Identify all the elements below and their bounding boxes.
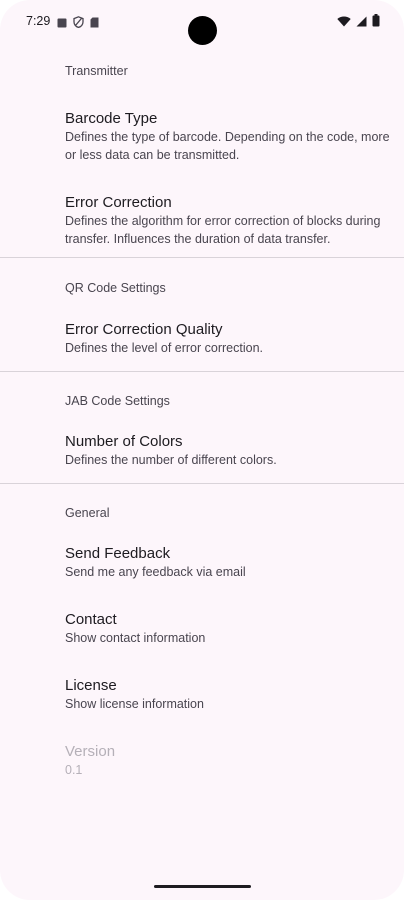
pref-barcode-type[interactable]: Barcode Type Defines the type of barcode… [0, 109, 404, 164]
battery-icon [372, 14, 380, 32]
pref-error-correction[interactable]: Error Correction Defines the algorithm f… [0, 193, 404, 248]
pref-title: Version [65, 743, 116, 760]
phone-screen: 7:29 Transmitter Barcode Type Defines th… [0, 0, 404, 900]
pref-error-correction-quality[interactable]: Error Correction Quality Defines the lev… [0, 320, 404, 357]
settings-list: Transmitter Barcode Type Defines the typ… [0, 62, 404, 779]
pref-contact[interactable]: Contact Show contact information [0, 610, 404, 647]
pref-send-feedback[interactable]: Send Feedback Send me any feedback via e… [0, 544, 404, 581]
pref-title: Barcode Type [65, 110, 158, 127]
pref-summary: Show license information [65, 697, 204, 711]
section-divider [0, 257, 404, 258]
section-divider [0, 483, 404, 484]
pref-summary: 0.1 [65, 763, 83, 777]
status-time: 7:29 [26, 14, 51, 28]
pref-title: Number of Colors [65, 433, 183, 450]
camera-cutout [188, 16, 217, 45]
section-header-general: General [65, 506, 110, 520]
square-notification-icon [57, 15, 67, 33]
status-system-icons [337, 14, 380, 32]
gesture-nav-handle[interactable] [154, 885, 251, 888]
privacy-shield-icon [73, 15, 84, 33]
pref-summary: Show contact information [65, 631, 206, 645]
status-notification-icons [57, 15, 99, 33]
pref-license[interactable]: License Show license information [0, 676, 404, 713]
section-header-jab-code: JAB Code Settings [65, 394, 170, 408]
signal-icon [356, 14, 367, 32]
pref-title: License [65, 677, 117, 694]
pref-summary: Defines the algorithm for error correcti… [65, 214, 381, 246]
pref-title: Send Feedback [65, 545, 171, 562]
section-header-qr-code: QR Code Settings [65, 281, 166, 295]
pref-summary: Defines the type of barcode. Depending o… [65, 130, 390, 162]
wifi-icon [337, 14, 351, 32]
sd-card-icon [90, 15, 99, 33]
pref-summary: Defines the level of error correction. [65, 341, 264, 355]
pref-number-of-colors[interactable]: Number of Colors Defines the number of d… [0, 432, 404, 469]
pref-version: Version 0.1 [0, 742, 404, 779]
pref-title: Contact [65, 611, 117, 628]
pref-summary: Defines the number of different colors. [65, 453, 277, 467]
section-header-transmitter: Transmitter [65, 64, 128, 78]
pref-title: Error Correction Quality [65, 321, 223, 338]
pref-title: Error Correction [65, 194, 172, 211]
pref-summary: Send me any feedback via email [65, 565, 246, 579]
section-divider [0, 371, 404, 372]
